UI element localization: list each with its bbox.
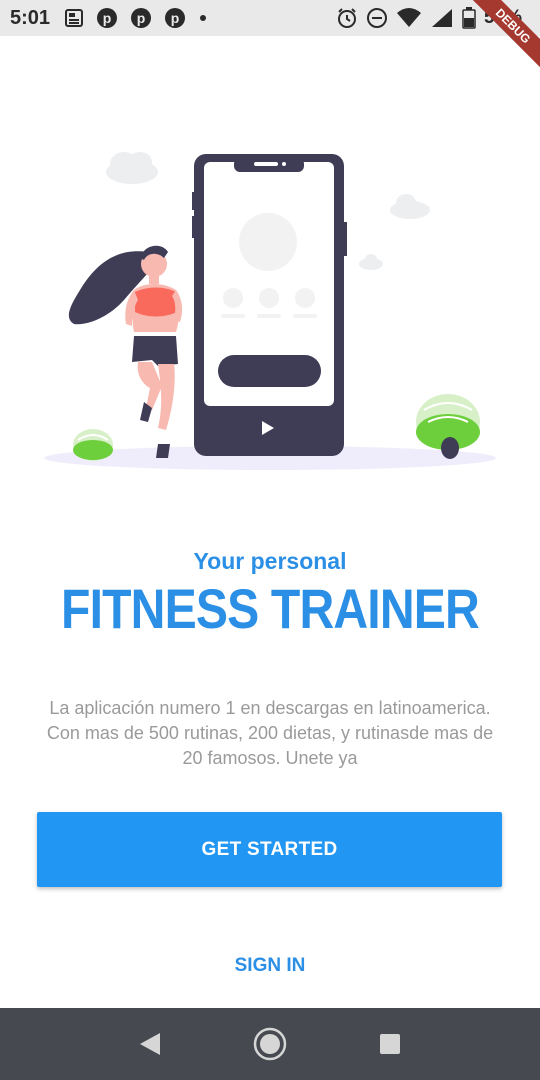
pinterest-icon: p [165,8,186,28]
dot-icon [200,15,207,21]
svg-text:p: p [171,10,180,26]
pinterest-icon: p [131,8,152,28]
home-icon [253,1027,287,1061]
status-bar: 5:01 p p p DEBUG [0,0,540,72]
news-icon [65,9,84,27]
svg-text:p: p [103,10,112,26]
alarm-icon [337,8,356,28]
navigation-bar [0,1008,540,1080]
get-started-button[interactable]: GET STARTED [37,812,502,887]
svg-text:p: p [137,10,146,26]
back-icon [140,1033,160,1055]
page-title: FITNESS TRAINER [61,577,480,640]
status-time: 5:01 [10,6,51,29]
fitness-illustration [44,152,496,470]
runner-illustration [68,245,183,458]
notification-icons: p p p [64,7,208,29]
recents-icon [380,1034,400,1054]
cloud-icon [359,254,383,270]
battery-icon [462,7,476,29]
signal-icon [431,9,452,27]
back-button[interactable] [130,1024,170,1064]
cloud-icon [390,194,430,219]
recents-button[interactable] [370,1024,410,1064]
description: La aplicación numero 1 en descargas en l… [46,698,494,768]
bush-icon [73,429,113,461]
cloud-icon [106,152,158,184]
phone-illustration [192,154,347,456]
sign-in-button[interactable]: SIGN IN [0,955,540,977]
bush-icon [416,394,480,459]
do-not-disturb-icon [366,8,387,28]
home-button[interactable] [250,1024,290,1064]
pinterest-icon: p [97,8,118,28]
wifi-icon [396,8,421,27]
subtitle: Your personal [193,548,347,574]
